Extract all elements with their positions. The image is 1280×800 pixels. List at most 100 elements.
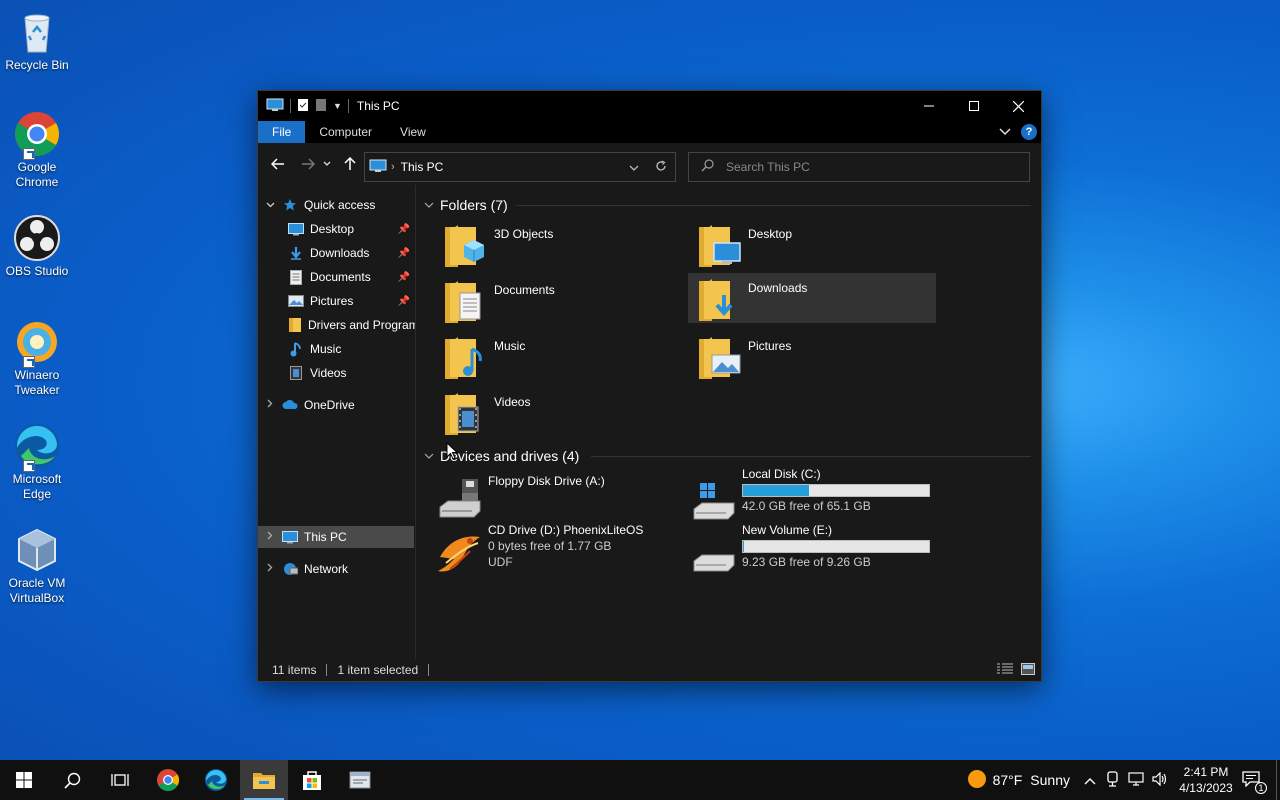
folders-group-header[interactable]: Folders (7) bbox=[424, 195, 508, 215]
desktop-icon-oracle-vm-virtualbox[interactable]: Oracle VM VirtualBox bbox=[2, 526, 72, 606]
expand-chevron-icon[interactable] bbox=[258, 399, 282, 411]
sidebar-item-desktop[interactable]: Desktop 📌 bbox=[258, 218, 414, 240]
customize-toolbar-icon[interactable]: ▼ bbox=[333, 101, 342, 111]
taskbar-microsoft-store[interactable] bbox=[288, 760, 336, 800]
address-history-chevron-icon[interactable] bbox=[629, 160, 639, 174]
address-bar[interactable]: › This PC bbox=[364, 152, 676, 182]
maximize-button[interactable] bbox=[951, 91, 996, 121]
desktop-icon-recycle-bin[interactable]: Recycle Bin bbox=[2, 8, 72, 73]
breadcrumb-this-pc[interactable]: This PC bbox=[401, 160, 444, 174]
desktop-icon-microsoft-edge[interactable]: Microsoft Edge bbox=[2, 422, 72, 502]
tab-computer[interactable]: Computer bbox=[305, 121, 386, 143]
details-view-icon[interactable] bbox=[997, 663, 1013, 678]
breadcrumb-separator-icon[interactable]: › bbox=[391, 161, 395, 173]
folder-tile-videos[interactable]: Videos bbox=[436, 387, 684, 439]
this-pc-icon bbox=[282, 529, 298, 545]
sidebar-item-quick-access[interactable]: Quick access bbox=[258, 194, 414, 216]
back-arrow-icon bbox=[271, 158, 284, 170]
clock[interactable]: 2:41 PM 4/13/2023 bbox=[1178, 764, 1234, 796]
tab-file[interactable]: File bbox=[258, 121, 306, 143]
folder-tile-3d-objects[interactable]: 3D Objects bbox=[436, 219, 684, 271]
new-folder-icon[interactable] bbox=[315, 98, 327, 115]
sidebar-item-downloads[interactable]: Downloads 📌 bbox=[258, 242, 414, 264]
file-explorer-window: ▼ This PC File Computer View ? › This PC… bbox=[257, 90, 1042, 682]
close-button[interactable] bbox=[996, 91, 1041, 121]
task-view-button[interactable] bbox=[96, 760, 144, 800]
expand-ribbon-chevron-icon[interactable] bbox=[999, 125, 1011, 139]
notification-center-button[interactable]: 1 bbox=[1242, 770, 1267, 794]
floppy-drive-icon bbox=[436, 473, 484, 521]
drive-tile-cd-drive-d[interactable]: CD Drive (D:) PhoenixLiteOS 0 bytes free… bbox=[436, 523, 686, 581]
sidebar-item-network[interactable]: Network bbox=[258, 558, 414, 580]
show-hidden-icons-chevron-icon[interactable] bbox=[1084, 772, 1096, 788]
chrome-icon bbox=[13, 110, 61, 160]
pin-icon: 📌 bbox=[397, 271, 410, 283]
desktop-icon-winaero-tweaker[interactable]: Winaero Tweaker bbox=[2, 318, 72, 398]
up-button[interactable] bbox=[338, 152, 362, 176]
minimize-button[interactable] bbox=[906, 91, 951, 121]
network-status-icon[interactable] bbox=[1128, 771, 1144, 789]
pictures-folder-icon bbox=[696, 333, 744, 381]
large-icons-view-icon[interactable] bbox=[1021, 663, 1035, 678]
show-desktop-button[interactable] bbox=[1276, 760, 1280, 800]
title-bar: ▼ This PC bbox=[258, 91, 1041, 121]
back-button[interactable] bbox=[266, 152, 290, 176]
toolbar-separator bbox=[290, 99, 291, 113]
sidebar-item-documents[interactable]: Documents 📌 bbox=[258, 266, 414, 288]
drive-tile-local-disk-c[interactable]: Local Disk (C:) 42.0 GB free of 65.1 GB bbox=[690, 467, 940, 525]
sidebar-item-label: Downloads bbox=[310, 246, 370, 260]
expand-chevron-icon[interactable] bbox=[258, 531, 282, 543]
properties-icon[interactable] bbox=[297, 98, 309, 115]
sidebar-item-drivers-and-programs[interactable]: Drivers and Program bbox=[258, 314, 415, 336]
drive-tile-floppy-a[interactable]: Floppy Disk Drive (A:) bbox=[436, 473, 686, 525]
chevron-down-icon bbox=[323, 161, 331, 166]
expand-chevron-icon[interactable] bbox=[258, 563, 282, 575]
sidebar-item-music[interactable]: Music bbox=[258, 338, 414, 360]
desktop-icon-google-chrome[interactable]: Google Chrome bbox=[2, 110, 72, 190]
taskbar-edge[interactable] bbox=[192, 760, 240, 800]
help-icon[interactable]: ? bbox=[1021, 124, 1037, 140]
taskbar: 87°F Sunny 2:41 PM 4/13/2023 1 bbox=[0, 760, 1280, 800]
address-bar-controls bbox=[629, 153, 675, 181]
refresh-icon[interactable] bbox=[655, 159, 667, 175]
folder-tile-music[interactable]: Music bbox=[436, 331, 684, 383]
folders-group-title: Folders (7) bbox=[440, 197, 508, 213]
desktop-icon-obs-studio[interactable]: OBS Studio bbox=[2, 214, 72, 279]
taskbar-chrome[interactable] bbox=[144, 760, 192, 800]
sidebar-item-videos[interactable]: Videos bbox=[258, 362, 414, 384]
search-button[interactable] bbox=[48, 760, 96, 800]
desktop-icon-label: Google Chrome bbox=[15, 160, 59, 189]
search-box[interactable] bbox=[688, 152, 1030, 182]
folder-tile-desktop[interactable]: Desktop bbox=[690, 219, 938, 271]
shortcut-arrow-icon bbox=[23, 356, 35, 368]
star-icon bbox=[282, 197, 298, 213]
forward-button[interactable] bbox=[296, 152, 320, 176]
folder-tile-pictures[interactable]: Pictures bbox=[690, 331, 938, 383]
search-input[interactable] bbox=[726, 160, 1006, 174]
taskbar-file-explorer[interactable] bbox=[240, 760, 288, 800]
volume-icon[interactable] bbox=[1152, 771, 1168, 789]
drive-name: Floppy Disk Drive (A:) bbox=[488, 474, 605, 488]
sidebar-item-pictures[interactable]: Pictures 📌 bbox=[258, 290, 414, 312]
sidebar-item-this-pc[interactable]: This PC bbox=[258, 526, 414, 548]
drive-tile-new-volume-e[interactable]: New Volume (E:) 9.23 GB free of 9.26 GB bbox=[690, 523, 940, 581]
clock-time: 2:41 PM bbox=[1183, 765, 1229, 779]
videos-folder-icon bbox=[442, 389, 490, 437]
folder-tile-documents[interactable]: Documents bbox=[436, 275, 684, 327]
drive-usage-fill bbox=[743, 541, 744, 552]
drive-usage-fill bbox=[743, 485, 810, 496]
desktop-icon-label: Winaero Tweaker bbox=[14, 368, 60, 397]
tab-view[interactable]: View bbox=[386, 121, 440, 143]
weather-condition[interactable]: Sunny bbox=[1030, 772, 1070, 788]
taskbar-app-window[interactable] bbox=[336, 760, 384, 800]
sidebar-item-onedrive[interactable]: OneDrive bbox=[258, 394, 414, 416]
weather-temperature[interactable]: 87°F bbox=[993, 772, 1023, 788]
selection-count: 1 item selected bbox=[337, 663, 419, 677]
weather-sun-icon[interactable] bbox=[967, 769, 987, 792]
meet-now-icon[interactable] bbox=[1106, 770, 1120, 790]
folder-tile-downloads[interactable]: Downloads bbox=[688, 273, 936, 323]
explorer-body: Quick access Desktop 📌 Downloads 📌 Docum… bbox=[258, 185, 1041, 659]
recent-locations-button[interactable] bbox=[320, 152, 334, 176]
collapse-chevron-icon[interactable] bbox=[258, 200, 282, 211]
start-button[interactable] bbox=[0, 760, 48, 800]
